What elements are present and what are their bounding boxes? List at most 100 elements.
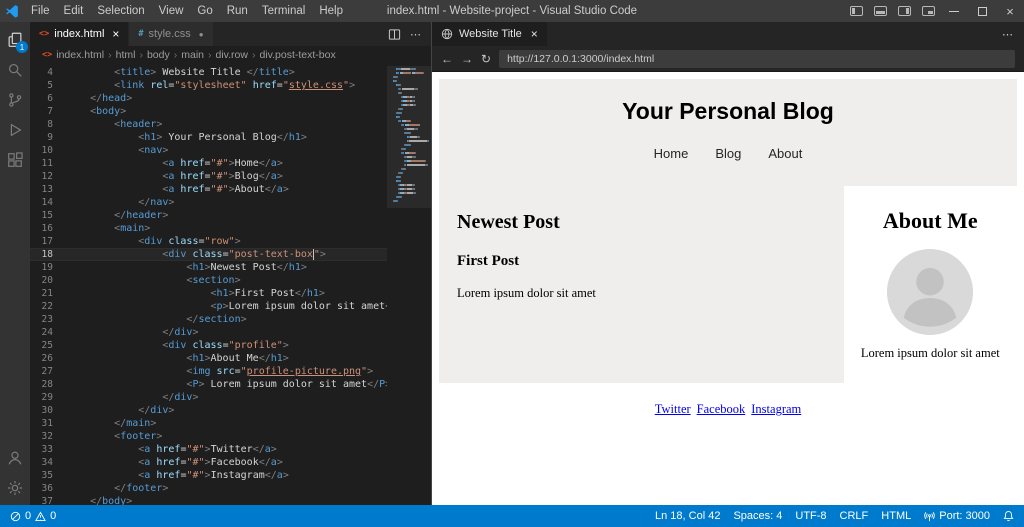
editor-tab-style-css[interactable]: # style.css ● (129, 22, 213, 46)
source-control-button[interactable] (0, 85, 30, 115)
port-status[interactable]: Port: 3000 (924, 510, 990, 522)
explorer-button[interactable]: 1 (0, 25, 30, 55)
menu-file[interactable]: File (24, 5, 57, 17)
code-line-28[interactable]: 28 <P> Lorem ipsum dolor sit amet</P> (30, 378, 431, 391)
code-line-9[interactable]: 9 <h1> Your Personal Blog</h1> (30, 131, 431, 144)
menu-run[interactable]: Run (220, 5, 255, 17)
run-debug-button[interactable] (0, 115, 30, 145)
notifications-button[interactable] (1003, 510, 1014, 522)
toggle-secondary-sidebar-icon[interactable] (892, 0, 916, 22)
code-line-22[interactable]: 22 <p>Lorem ipsum dolor sit amet</p> (30, 300, 431, 313)
minimize-button[interactable] (940, 0, 968, 22)
code-line-24[interactable]: 24 </div> (30, 326, 431, 339)
code-line-29[interactable]: 29 </div> (30, 391, 431, 404)
code-line-37[interactable]: 37 </body> (30, 495, 431, 505)
forward-button[interactable]: → (461, 53, 473, 65)
reload-button[interactable]: ↻ (481, 53, 491, 65)
menu-view[interactable]: View (152, 5, 191, 17)
preview-tab-bar: Website Title × ⋯ (432, 22, 1024, 46)
code-line-33[interactable]: 33 <a href="#">Twitter</a> (30, 443, 431, 456)
code-line-8[interactable]: 8 <header> (30, 118, 431, 131)
code-line-25[interactable]: 25 <div class="profile"> (30, 339, 431, 352)
extensions-button[interactable] (0, 145, 30, 175)
toggle-sidebar-icon[interactable] (844, 0, 868, 22)
menu-help[interactable]: Help (312, 5, 350, 17)
split-editor-icon[interactable] (388, 28, 401, 41)
code-line-20[interactable]: 20 <section> (30, 274, 431, 287)
maximize-button[interactable] (968, 0, 996, 22)
code-line-5[interactable]: 5 <link rel="stylesheet" href="style.css… (30, 79, 431, 92)
code-line-12[interactable]: 12 <a href="#">Blog</a> (30, 170, 431, 183)
breadcrumb-div-row[interactable]: div.row (216, 49, 248, 61)
page-nav-link-about[interactable]: About (768, 146, 802, 161)
menu-edit[interactable]: Edit (57, 5, 91, 17)
encoding-status[interactable]: UTF-8 (795, 510, 826, 522)
code-line-14[interactable]: 14 </nav> (30, 196, 431, 209)
preview-more-actions-icon[interactable]: ⋯ (992, 28, 1024, 41)
activity-bar: 1 (0, 22, 30, 505)
toggle-panel-icon[interactable] (868, 0, 892, 22)
indentation-status[interactable]: Spaces: 4 (733, 510, 782, 522)
tab-close-icon[interactable]: × (112, 27, 119, 41)
code-line-36[interactable]: 36 </footer> (30, 482, 431, 495)
modified-dot-icon[interactable]: ● (199, 30, 204, 39)
breadcrumb-html[interactable]: html (116, 49, 136, 61)
code-line-26[interactable]: 26 <h1>About Me</h1> (30, 352, 431, 365)
code-line-31[interactable]: 31 </main> (30, 417, 431, 430)
eol-status[interactable]: CRLF (840, 510, 869, 522)
breadcrumb-body[interactable]: body (147, 49, 170, 61)
code-editor[interactable]: 4 <title> Website Title </title>5 <link … (30, 63, 431, 505)
code-line-32[interactable]: 32 <footer> (30, 430, 431, 443)
menu-terminal[interactable]: Terminal (255, 5, 312, 17)
preview-tab-website-title[interactable]: Website Title × (432, 22, 547, 46)
more-actions-icon[interactable]: ⋯ (410, 28, 422, 41)
account-button[interactable] (0, 443, 30, 473)
code-line-30[interactable]: 30 </div> (30, 404, 431, 417)
bell-icon (1003, 510, 1014, 522)
cursor-position[interactable]: Ln 18, Col 42 (655, 510, 720, 522)
page-footer-link-instagram[interactable]: Instagram (751, 402, 801, 416)
code-line-16[interactable]: 16 <main> (30, 222, 431, 235)
code-line-11[interactable]: 11 <a href="#">Home</a> (30, 157, 431, 170)
minimap[interactable] (387, 66, 431, 505)
status-bar: 0 0 Ln 18, Col 42 Spaces: 4 UTF-8 CRLF H… (0, 505, 1024, 527)
breadcrumb-index-html[interactable]: index.html (56, 49, 104, 61)
code-line-15[interactable]: 15 </header> (30, 209, 431, 222)
page-footer-link-twitter[interactable]: Twitter (655, 402, 691, 416)
customize-layout-icon[interactable] (916, 0, 940, 22)
code-line-34[interactable]: 34 <a href="#">Facebook</a> (30, 456, 431, 469)
code-line-13[interactable]: 13 <a href="#">About</a> (30, 183, 431, 196)
breadcrumb-main[interactable]: main (181, 49, 204, 61)
problems-status[interactable]: 0 0 (10, 510, 56, 522)
page-nav-link-blog[interactable]: Blog (715, 146, 741, 161)
menu-go[interactable]: Go (190, 5, 219, 17)
line-number: 6 (30, 92, 66, 105)
breadcrumb-div-post-text-box[interactable]: div.post-text-box (259, 49, 335, 61)
code-line-27[interactable]: 27 <img src="profile-picture.png"> (30, 365, 431, 378)
editor-tab-index-html[interactable]: <> index.html × (30, 22, 129, 46)
page-nav-link-home[interactable]: Home (654, 146, 689, 161)
code-line-10[interactable]: 10 <nav> (30, 144, 431, 157)
code-line-19[interactable]: 19 <h1>Newest Post</h1> (30, 261, 431, 274)
code-line-4[interactable]: 4 <title> Website Title </title> (30, 66, 431, 79)
code-line-17[interactable]: 17 <div class="row"> (30, 235, 431, 248)
menu-selection[interactable]: Selection (90, 5, 151, 17)
error-count: 0 (25, 510, 31, 522)
line-number: 19 (30, 261, 66, 274)
search-button[interactable] (0, 55, 30, 85)
code-line-35[interactable]: 35 <a href="#">Instagram</a> (30, 469, 431, 482)
code-line-6[interactable]: 6 </head> (30, 92, 431, 105)
code-line-18[interactable]: 18 <div class="post-text-box"> (30, 248, 431, 261)
page-footer-link-facebook[interactable]: Facebook (697, 402, 746, 416)
settings-button[interactable] (0, 473, 30, 503)
code-line-7[interactable]: 7 <body> (30, 105, 431, 118)
close-button[interactable]: × (996, 0, 1024, 22)
language-mode[interactable]: HTML (881, 510, 911, 522)
preview-close-icon[interactable]: × (531, 27, 538, 41)
line-number: 8 (30, 118, 66, 131)
code-line-23[interactable]: 23 </section> (30, 313, 431, 326)
code-line-21[interactable]: 21 <h1>First Post</h1> (30, 287, 431, 300)
url-input[interactable] (499, 50, 1015, 68)
port-label: Port: 3000 (939, 510, 990, 522)
back-button[interactable]: ← (441, 53, 453, 65)
